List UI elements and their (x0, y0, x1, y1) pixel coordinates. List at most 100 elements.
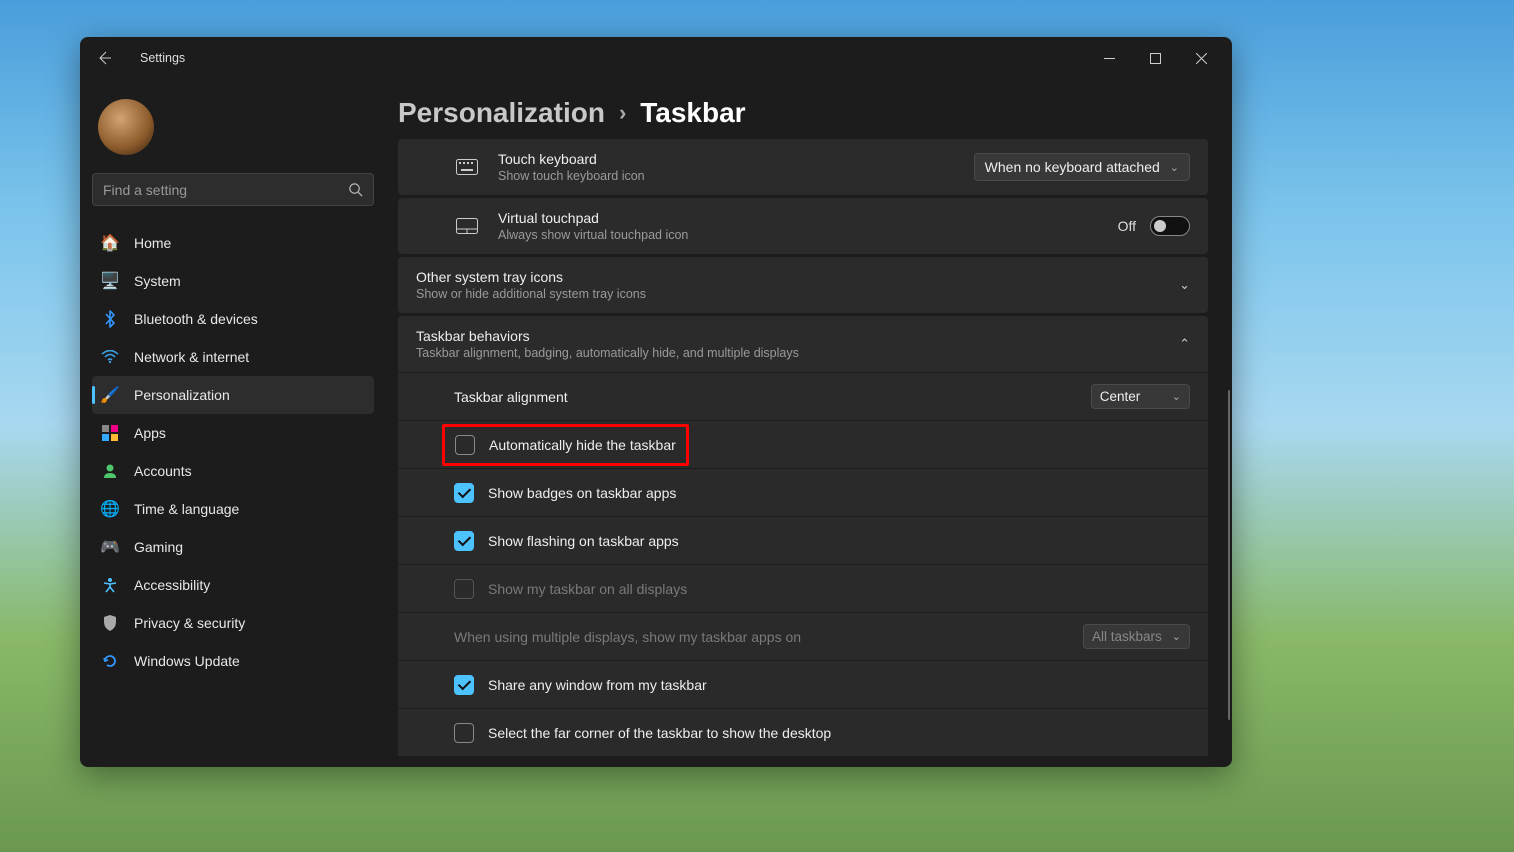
setting-touch-keyboard[interactable]: Touch keyboard Show touch keyboard icon … (398, 139, 1208, 195)
setting-share-window: Share any window from my taskbar (398, 660, 1208, 708)
setting-label: Show badges on taskbar apps (488, 485, 1190, 501)
sidebar-item-personalization[interactable]: 🖌️ Personalization (92, 376, 374, 414)
breadcrumb: Personalization › Taskbar (398, 97, 1232, 129)
far-corner-checkbox[interactable] (454, 723, 474, 743)
maximize-button[interactable] (1132, 42, 1178, 74)
scrollbar[interactable] (1228, 390, 1230, 720)
titlebar: Settings (80, 37, 1232, 79)
show-badges-checkbox[interactable] (454, 483, 474, 503)
sidebar-item-time-language[interactable]: 🌐 Time & language (92, 490, 374, 528)
sidebar-item-label: Accessibility (134, 577, 210, 593)
search-icon (348, 182, 363, 197)
setting-show-flashing: Show flashing on taskbar apps (398, 516, 1208, 564)
sidebar-item-bluetooth[interactable]: Bluetooth & devices (92, 300, 374, 338)
sidebar-item-system[interactable]: 🖥️ System (92, 262, 374, 300)
wifi-icon (100, 347, 120, 367)
touchpad-icon (454, 215, 480, 237)
setting-title: Other system tray icons (416, 269, 1165, 285)
setting-taskbar-alignment: Taskbar alignment Center ⌄ (398, 372, 1208, 420)
sidebar-item-windows-update[interactable]: Windows Update (92, 642, 374, 680)
sidebar-item-apps[interactable]: Apps (92, 414, 374, 452)
setting-label: Show my taskbar on all displays (488, 581, 1190, 597)
touch-keyboard-dropdown[interactable]: When no keyboard attached ⌄ (974, 153, 1190, 181)
setting-sub: Show or hide additional system tray icon… (416, 287, 1165, 301)
sidebar-item-accessibility[interactable]: Accessibility (92, 566, 374, 604)
chevron-right-icon: › (619, 100, 626, 126)
setting-label: Automatically hide the taskbar (489, 437, 676, 453)
setting-taskbar-behaviors[interactable]: Taskbar behaviors Taskbar alignment, bad… (398, 316, 1208, 372)
search-box[interactable] (92, 173, 374, 206)
sidebar-item-label: Privacy & security (134, 615, 245, 631)
sidebar-item-gaming[interactable]: 🎮 Gaming (92, 528, 374, 566)
chevron-down-icon: ⌄ (1172, 390, 1181, 403)
avatar[interactable] (98, 99, 154, 155)
setting-auto-hide-row: Automatically hide the taskbar (398, 420, 1208, 468)
window-title: Settings (140, 51, 185, 65)
sidebar: 🏠 Home 🖥️ System Bluetooth & devices (80, 79, 380, 767)
setting-label: Taskbar alignment (454, 389, 1091, 405)
settings-list: Touch keyboard Show touch keyboard icon … (398, 139, 1232, 756)
person-icon (100, 461, 120, 481)
setting-virtual-touchpad[interactable]: Virtual touchpad Always show virtual tou… (398, 198, 1208, 254)
setting-label: When using multiple displays, show my ta… (454, 629, 1083, 645)
sidebar-item-label: Apps (134, 425, 166, 441)
close-button[interactable] (1178, 42, 1224, 74)
setting-title: Touch keyboard (498, 151, 974, 167)
sidebar-item-label: System (134, 273, 181, 289)
setting-sub: Always show virtual touchpad icon (498, 228, 1118, 242)
sidebar-item-label: Gaming (134, 539, 183, 555)
settings-window: Settings 🏠 Home (80, 37, 1232, 767)
system-icon: 🖥️ (100, 271, 120, 291)
auto-hide-checkbox[interactable] (455, 435, 475, 455)
setting-show-badges: Show badges on taskbar apps (398, 468, 1208, 516)
multi-display-apps-dropdown: All taskbars ⌄ (1083, 624, 1190, 649)
keyboard-icon (454, 156, 480, 178)
back-button[interactable] (88, 42, 120, 74)
sidebar-item-accounts[interactable]: Accounts (92, 452, 374, 490)
paintbrush-icon: 🖌️ (100, 385, 120, 405)
accessibility-icon (100, 575, 120, 595)
chevron-down-icon: ⌄ (1170, 161, 1179, 174)
setting-multi-display-apps: When using multiple displays, show my ta… (398, 612, 1208, 660)
sidebar-item-label: Accounts (134, 463, 192, 479)
sidebar-item-label: Time & language (134, 501, 239, 517)
minimize-button[interactable] (1086, 42, 1132, 74)
nav-list: 🏠 Home 🖥️ System Bluetooth & devices (92, 224, 374, 680)
sidebar-item-home[interactable]: 🏠 Home (92, 224, 374, 262)
virtual-touchpad-toggle-group: Off (1118, 216, 1190, 236)
sidebar-item-privacy[interactable]: Privacy & security (92, 604, 374, 642)
setting-other-tray-icons[interactable]: Other system tray icons Show or hide add… (398, 257, 1208, 313)
virtual-touchpad-toggle[interactable] (1150, 216, 1190, 236)
all-displays-checkbox (454, 579, 474, 599)
setting-far-corner: Select the far corner of the taskbar to … (398, 708, 1208, 756)
apps-icon (100, 423, 120, 443)
sidebar-item-label: Personalization (134, 387, 230, 403)
setting-label: Show flashing on taskbar apps (488, 533, 1190, 549)
arrow-left-icon (96, 50, 112, 66)
shield-icon (100, 613, 120, 633)
main-content: Personalization › Taskbar Touch keyboard… (380, 79, 1232, 767)
search-input[interactable] (103, 182, 348, 198)
minimize-icon (1104, 53, 1115, 64)
globe-icon: 🌐 (100, 499, 120, 519)
setting-title: Virtual touchpad (498, 210, 1118, 226)
update-icon (100, 651, 120, 671)
share-window-checkbox[interactable] (454, 675, 474, 695)
chevron-down-icon: ⌄ (1179, 277, 1190, 293)
home-icon: 🏠 (100, 233, 120, 253)
setting-label: Share any window from my taskbar (488, 677, 1190, 693)
sidebar-item-label: Bluetooth & devices (134, 311, 258, 327)
sidebar-item-label: Network & internet (134, 349, 249, 365)
taskbar-behaviors-group: Taskbar behaviors Taskbar alignment, bad… (398, 316, 1208, 756)
sidebar-item-network[interactable]: Network & internet (92, 338, 374, 376)
maximize-icon (1150, 53, 1161, 64)
show-flashing-checkbox[interactable] (454, 531, 474, 551)
setting-label: Select the far corner of the taskbar to … (488, 725, 1190, 741)
taskbar-alignment-dropdown[interactable]: Center ⌄ (1091, 384, 1190, 409)
sidebar-item-label: Windows Update (134, 653, 240, 669)
close-icon (1196, 53, 1207, 64)
breadcrumb-parent[interactable]: Personalization (398, 97, 605, 129)
dropdown-value: All taskbars (1092, 629, 1162, 644)
bluetooth-icon (100, 309, 120, 329)
gamepad-icon: 🎮 (100, 537, 120, 557)
